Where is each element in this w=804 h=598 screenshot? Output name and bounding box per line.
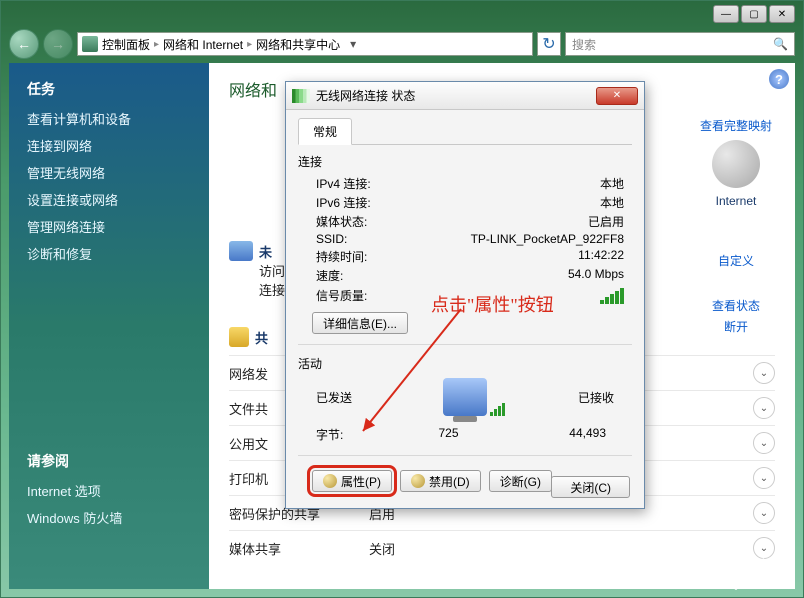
- internet-label: Internet: [691, 194, 781, 208]
- chevron-down-icon[interactable]: ⌄: [753, 432, 775, 454]
- address-dropdown[interactable]: ▾: [344, 37, 362, 51]
- chevron-down-icon[interactable]: ⌄: [753, 362, 775, 384]
- tab-general[interactable]: 常规: [298, 118, 352, 145]
- media-label: 媒体状态:: [316, 213, 436, 230]
- bytes-sent-value: 725: [396, 426, 501, 443]
- wireless-signal-icon: [292, 89, 310, 103]
- close-button[interactable]: 关闭(C): [551, 476, 630, 498]
- breadcrumb-0[interactable]: 控制面板: [102, 36, 150, 53]
- dialog-title-text: 无线网络连接 状态: [316, 87, 415, 104]
- disable-button[interactable]: 禁用(D): [400, 470, 481, 492]
- media-value: 已启用: [436, 213, 632, 230]
- signal-bars-icon: [600, 288, 624, 304]
- received-label: 已接收: [578, 389, 614, 406]
- main-window: — ▢ ✕ ← → 控制面板 ▸ 网络和 Internet ▸ 网络和共享中心 …: [0, 0, 804, 598]
- duration-label: 持续时间:: [316, 248, 436, 265]
- refresh-button[interactable]: ↻: [537, 32, 561, 56]
- task-view-devices[interactable]: 查看计算机和设备: [27, 109, 191, 128]
- task-manage-wireless[interactable]: 管理无线网络: [27, 163, 191, 182]
- right-pane: 查看完整映射 Internet 自定义 查看状态 断开: [691, 113, 781, 339]
- bytes-label: 字节:: [316, 426, 396, 443]
- unknown-network-label: 未: [259, 242, 272, 261]
- search-box[interactable]: 搜索 🔍: [565, 32, 795, 56]
- speed-label: 速度:: [316, 267, 436, 284]
- breadcrumb-1[interactable]: 网络和 Internet: [163, 36, 243, 53]
- internet-globe-icon: [712, 140, 760, 188]
- help-icon[interactable]: ?: [769, 69, 789, 89]
- sharing-folder-icon: [229, 327, 249, 347]
- breadcrumb-2[interactable]: 网络和共享中心: [256, 36, 340, 53]
- task-connect-network[interactable]: 连接到网络: [27, 136, 191, 155]
- disconnect-link[interactable]: 断开: [691, 318, 781, 335]
- sidebar: 任务 查看计算机和设备 连接到网络 管理无线网络 设置连接或网络 管理网络连接 …: [9, 63, 209, 589]
- nav-back-button[interactable]: ←: [9, 29, 39, 59]
- chevron-down-icon[interactable]: ⌄: [753, 467, 775, 489]
- see-also-firewall[interactable]: Windows 防火墙: [27, 508, 191, 527]
- shield-icon: [411, 474, 425, 488]
- see-also-internet-options[interactable]: Internet 选项: [27, 481, 191, 500]
- duration-value: 11:42:22: [436, 248, 632, 265]
- sent-label: 已发送: [316, 389, 352, 406]
- activity-section-title: 活动: [298, 355, 632, 372]
- watermark-line2: LUYOUQI520.COM: [691, 580, 793, 591]
- watermark: 路由器之家 LUYOUQI520.COM: [691, 554, 793, 591]
- ssid-label: SSID:: [316, 232, 436, 246]
- tasks-heading: 任务: [27, 79, 191, 99]
- search-placeholder: 搜索: [572, 36, 596, 53]
- task-diagnose[interactable]: 诊断和修复: [27, 244, 191, 263]
- dialog-close-button[interactable]: ✕: [596, 87, 638, 105]
- see-also-heading: 请参阅: [27, 451, 191, 471]
- bytes-recv-value: 44,493: [501, 426, 614, 443]
- minimize-button[interactable]: —: [713, 5, 739, 23]
- address-bar[interactable]: 控制面板 ▸ 网络和 Internet ▸ 网络和共享中心 ▾: [77, 32, 533, 56]
- tab-strip: 常规: [298, 118, 632, 145]
- ipv6-label: IPv6 连接:: [316, 194, 436, 211]
- nav-bar: ← → 控制面板 ▸ 网络和 Internet ▸ 网络和共享中心 ▾ ↻ 搜索…: [9, 29, 795, 59]
- ipv6-value: 本地: [436, 194, 632, 211]
- activity-computer-icon: [443, 378, 487, 416]
- diagnose-button[interactable]: 诊断(G): [489, 470, 552, 492]
- window-controls: — ▢ ✕: [713, 5, 795, 23]
- breadcrumb-sep: ▸: [247, 39, 252, 50]
- sharing-header: 共: [255, 328, 268, 347]
- activity-signal-icon: [490, 402, 505, 416]
- ssid-value: TP-LINK_PocketAP_922FF8: [436, 232, 632, 246]
- breadcrumb-sep: ▸: [154, 39, 159, 50]
- share-row-label: 媒体共享: [229, 539, 369, 558]
- annotation-text: 点击"属性"按钮: [431, 291, 554, 317]
- watermark-line1: 路由器之家: [691, 554, 793, 580]
- properties-button[interactable]: 属性(P): [312, 470, 392, 492]
- maximize-button[interactable]: ▢: [741, 5, 767, 23]
- ipv4-label: IPv4 连接:: [316, 175, 436, 192]
- customize-link[interactable]: 自定义: [691, 252, 781, 269]
- details-button[interactable]: 详细信息(E)...: [312, 312, 408, 334]
- connection-section-title: 连接: [298, 153, 632, 170]
- ipv4-value: 本地: [436, 175, 632, 192]
- task-manage-connections[interactable]: 管理网络连接: [27, 217, 191, 236]
- nav-forward-button[interactable]: →: [43, 29, 73, 59]
- speed-value: 54.0 Mbps: [436, 267, 632, 284]
- chevron-down-icon[interactable]: ⌄: [753, 502, 775, 524]
- dialog-titlebar[interactable]: 无线网络连接 状态 ✕: [286, 82, 644, 110]
- close-window-button[interactable]: ✕: [769, 5, 795, 23]
- computer-icon: [229, 241, 253, 261]
- view-full-map-link[interactable]: 查看完整映射: [691, 117, 781, 134]
- signal-label: 信号质量:: [316, 287, 367, 304]
- chevron-down-icon[interactable]: ⌄: [753, 397, 775, 419]
- search-icon: 🔍: [773, 37, 788, 51]
- shield-icon: [323, 474, 337, 488]
- control-panel-icon: [82, 36, 98, 52]
- task-setup-connection[interactable]: 设置连接或网络: [27, 190, 191, 209]
- view-status-link[interactable]: 查看状态: [691, 297, 781, 314]
